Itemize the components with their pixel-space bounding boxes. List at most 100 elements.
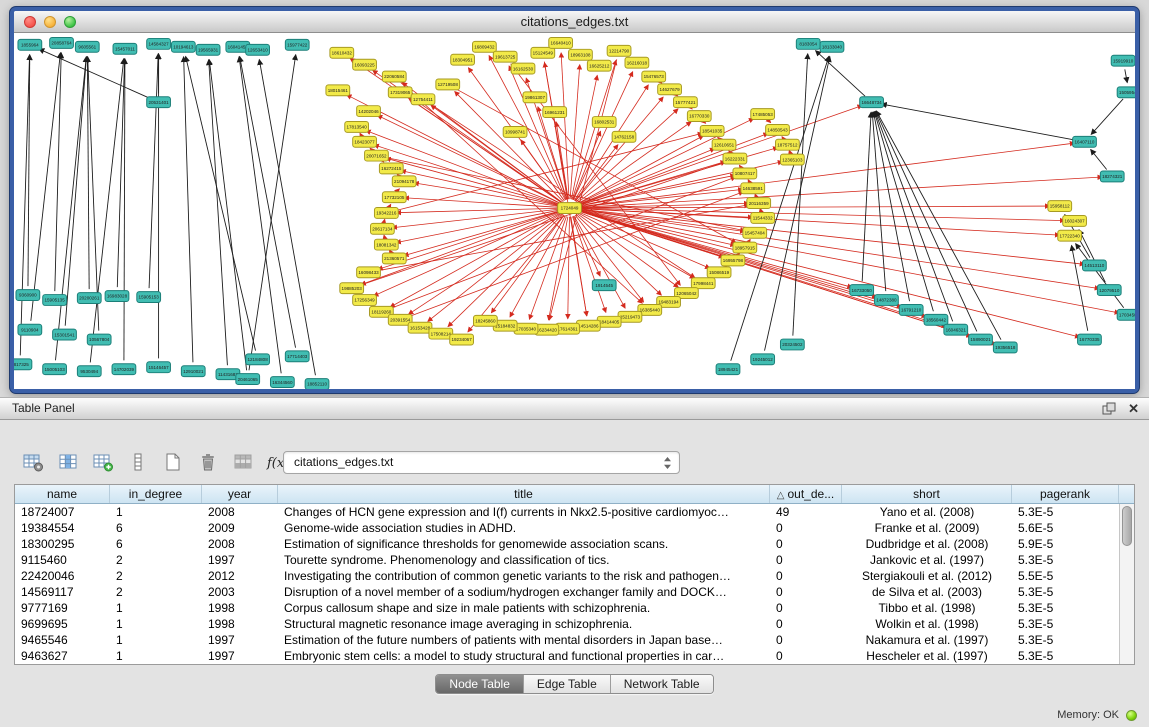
graph-node[interactable]: 9605561 xyxy=(75,41,99,52)
graph-node[interactable]: 21094178 xyxy=(392,176,416,187)
graph-node[interactable]: 18560442 xyxy=(924,314,948,325)
graph-node[interactable]: 19245012 xyxy=(751,354,775,365)
graph-node[interactable]: 15977422 xyxy=(285,39,309,50)
graph-node[interactable]: 12079510 xyxy=(1097,285,1121,296)
scrollbar-thumb[interactable] xyxy=(1122,506,1132,546)
graph-node[interactable]: 15457011 xyxy=(113,43,137,54)
table-row[interactable]: 946554611997Estimation of the future num… xyxy=(15,632,1119,648)
graph-node[interactable]: 17319065 xyxy=(388,87,412,98)
graph-node[interactable]: 14627679 xyxy=(658,84,682,95)
table-row[interactable]: 2242004622012Investigating the contribut… xyxy=(15,568,1119,584)
tab-node-table[interactable]: Node Table xyxy=(436,675,524,693)
graph-node[interactable]: 16046321 xyxy=(944,324,968,335)
graph-node[interactable]: 19356518 xyxy=(993,342,1017,353)
network-view[interactable]: 1724049186104321609322522060584180154611… xyxy=(14,33,1135,389)
column-settings-icon[interactable] xyxy=(20,449,46,475)
table-selector-dropdown[interactable]: citations_edges.txt xyxy=(283,451,680,474)
graph-node[interactable]: 17714403 xyxy=(285,351,309,362)
graph-node[interactable]: 16234420 xyxy=(535,324,559,335)
graph-node[interactable]: 15457404 xyxy=(743,227,767,238)
graph-node[interactable]: 20461065 xyxy=(236,374,260,385)
graph-node[interactable]: 20071652 xyxy=(365,150,389,161)
graph-node[interactable]: 10194613 xyxy=(171,41,195,52)
graph-node[interactable]: 20324502 xyxy=(780,339,804,350)
column-header-title[interactable]: title xyxy=(278,485,770,503)
graph-node[interactable]: 14513110 xyxy=(1083,260,1107,271)
graph-node[interactable]: 16770330 xyxy=(687,111,711,122)
graph-node[interactable]: 1724049 xyxy=(558,203,582,214)
graph-node[interactable]: 12365103 xyxy=(780,154,804,165)
graph-node[interactable]: 14638591 xyxy=(741,183,765,194)
graph-node[interactable]: 16272415 xyxy=(379,163,403,174)
memory-indicator[interactable] xyxy=(1126,710,1137,721)
new-column-icon[interactable] xyxy=(90,449,116,475)
graph-node[interactable]: 18304951 xyxy=(451,54,475,65)
graph-node[interactable]: 10567804 xyxy=(87,334,111,345)
column-header-pagerank[interactable]: pagerank xyxy=(1012,485,1119,503)
import-table-icon[interactable] xyxy=(230,449,256,475)
graph-node[interactable]: 8183054 xyxy=(796,38,820,49)
graph-node[interactable]: 19885203 xyxy=(340,283,364,294)
graph-node[interactable]: 8817325 xyxy=(14,359,32,370)
graph-node[interactable]: 9360900 xyxy=(16,290,40,301)
graph-node[interactable]: 10998741 xyxy=(503,126,527,137)
graph-node[interactable]: 18015461 xyxy=(326,85,350,96)
graph-node[interactable]: 16098433 xyxy=(357,267,381,278)
graph-node[interactable]: 20116359 xyxy=(747,198,771,209)
graph-node[interactable]: 16802531 xyxy=(592,117,616,128)
graph-node[interactable]: 16648734 xyxy=(860,97,884,108)
table-row[interactable]: 1456911722003Disruption of a novel membe… xyxy=(15,584,1119,600)
table-row[interactable]: 977716911998Corpus callosum shape and si… xyxy=(15,600,1119,616)
graph-node[interactable]: 18610432 xyxy=(330,47,354,58)
graph-node[interactable]: 12610651 xyxy=(712,139,736,150)
graph-node[interactable]: 19613725 xyxy=(493,51,517,62)
graph-node[interactable]: 16625212 xyxy=(587,60,611,71)
graph-node[interactable]: 21360571 xyxy=(382,253,406,264)
graph-node[interactable]: 18423077 xyxy=(353,136,377,147)
graph-node[interactable]: 22060584 xyxy=(382,71,406,82)
graph-node[interactable]: 15919910 xyxy=(1111,55,1135,66)
graph-node[interactable]: 16640410 xyxy=(549,37,573,48)
graph-node[interactable]: 17485053 xyxy=(751,109,775,120)
window-close-button[interactable] xyxy=(24,16,36,28)
graph-node[interactable]: 17722340 xyxy=(1058,230,1082,241)
network-canvas[interactable]: 1724049186104321609322522060584180154611… xyxy=(14,33,1135,389)
graph-node[interactable]: 12754411 xyxy=(411,94,435,105)
graph-node[interactable]: 15124549 xyxy=(531,47,555,58)
float-panel-icon[interactable] xyxy=(1102,402,1116,415)
graph-node[interactable]: 18081342 xyxy=(374,239,398,250)
graph-node[interactable]: 18757512 xyxy=(776,139,800,150)
column-header-in-degree[interactable]: in_degree xyxy=(110,485,202,503)
graph-node[interactable]: 10807417 xyxy=(733,168,757,179)
graph-node[interactable]: 1914545 xyxy=(592,280,616,291)
graph-node[interactable]: 16961231 xyxy=(543,107,567,118)
graph-node[interactable]: 18963108 xyxy=(569,49,593,60)
graph-node[interactable]: 16791210 xyxy=(899,304,923,315)
graph-node[interactable]: 19342216 xyxy=(374,208,398,219)
graph-node[interactable]: 17614361 xyxy=(556,323,580,334)
graph-node[interactable]: 15086519 xyxy=(707,267,731,278)
graph-node[interactable]: 20531401 xyxy=(147,97,171,108)
graph-node[interactable]: 16162530 xyxy=(511,63,535,74)
graph-node[interactable]: 15890021 xyxy=(969,334,993,345)
window-minimize-button[interactable] xyxy=(44,16,56,28)
graph-node[interactable]: 9530494 xyxy=(77,366,101,377)
graph-node[interactable]: 9110904 xyxy=(18,324,42,335)
row-height-icon[interactable] xyxy=(125,449,151,475)
graph-node[interactable]: 17035340 xyxy=(514,323,538,334)
graph-node[interactable]: 16344560 xyxy=(270,377,294,388)
new-table-icon[interactable] xyxy=(160,449,186,475)
graph-node[interactable]: 15146457 xyxy=(147,362,171,373)
graph-node[interactable]: 15059541 xyxy=(1117,87,1135,98)
table-row[interactable]: 1830029562008Estimation of significance … xyxy=(15,536,1119,552)
graph-node[interactable]: 16407110 xyxy=(1073,136,1097,147)
graph-node[interactable]: 15301541 xyxy=(53,329,77,340)
graph-node[interactable]: 16216018 xyxy=(625,57,649,68)
delete-table-icon[interactable] xyxy=(195,449,221,475)
graph-node[interactable]: 18945421 xyxy=(716,364,740,375)
table-row[interactable]: 946362711997Embryonic stem cells: a mode… xyxy=(15,648,1119,664)
graph-node[interactable]: 17813540 xyxy=(345,122,369,133)
tab-edge-table[interactable]: Edge Table xyxy=(524,675,611,693)
column-header-short[interactable]: short xyxy=(842,485,1012,503)
graph-node[interactable]: 16153428 xyxy=(408,322,432,333)
